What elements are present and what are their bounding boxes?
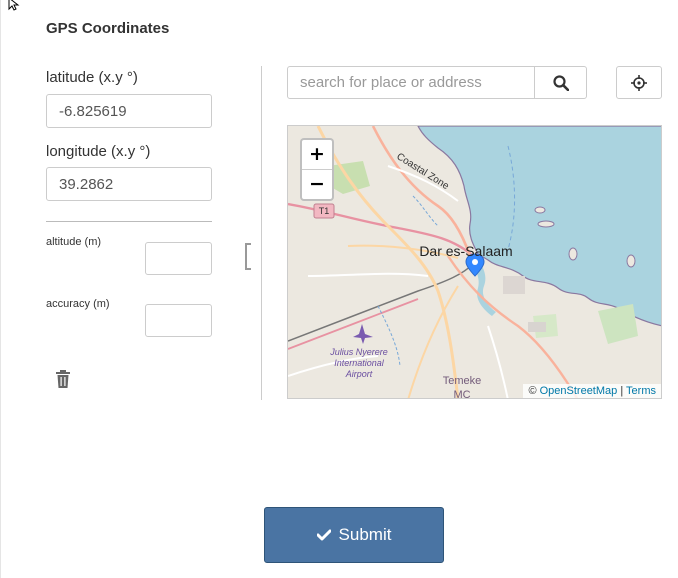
zoom-in-button[interactable]: +	[302, 140, 332, 170]
svg-text:Temeke: Temeke	[443, 375, 482, 387]
collapse-handle[interactable]	[245, 243, 251, 270]
altitude-label: altitude (m)	[46, 236, 102, 248]
map-view[interactable]: Coastal Zone T1 Dar es-Salaam Julius Nye…	[287, 125, 662, 399]
latitude-label: latitude (x.y °)	[46, 69, 138, 86]
section-title: GPS Coordinates	[46, 20, 170, 37]
trash-icon[interactable]	[55, 370, 71, 388]
attribution-separator: |	[620, 385, 624, 397]
svg-text:Airport: Airport	[345, 369, 373, 379]
map-zoom-control: + −	[300, 138, 334, 201]
search-button[interactable]	[534, 66, 587, 99]
vertical-separator	[261, 66, 262, 400]
svg-text:Dar es-Salaam: Dar es-Salaam	[419, 243, 512, 259]
submit-button[interactable]: Submit	[264, 507, 444, 563]
map-tiles: Coastal Zone T1 Dar es-Salaam Julius Nye…	[288, 126, 661, 399]
divider	[46, 221, 212, 222]
osm-link[interactable]: OpenStreetMap	[540, 385, 618, 397]
mouse-cursor-icon	[8, 0, 20, 11]
submit-label: Submit	[338, 525, 392, 544]
altitude-input[interactable]	[145, 242, 212, 275]
search-input[interactable]	[287, 66, 535, 99]
longitude-label: longitude (x.y °)	[46, 143, 151, 160]
search-icon	[552, 74, 569, 91]
svg-text:International: International	[334, 358, 385, 368]
accuracy-label: accuracy (m)	[46, 298, 110, 310]
map-attribution: © OpenStreetMap | Terms	[523, 384, 661, 398]
page-left-border	[0, 0, 1, 578]
place-search	[287, 66, 587, 99]
svg-text:Julius Nyerere: Julius Nyerere	[329, 347, 388, 357]
zoom-out-button[interactable]: −	[302, 170, 332, 199]
check-icon	[316, 529, 331, 541]
crosshair-icon	[631, 74, 647, 91]
accuracy-input[interactable]	[145, 304, 212, 337]
latitude-input[interactable]	[46, 94, 212, 128]
svg-text:T1: T1	[319, 206, 330, 216]
copyright-symbol: ©	[528, 385, 537, 397]
svg-text:MC: MC	[453, 389, 470, 399]
terms-link[interactable]: Terms	[626, 385, 656, 397]
locate-button[interactable]	[616, 66, 662, 99]
longitude-input[interactable]	[46, 167, 212, 201]
